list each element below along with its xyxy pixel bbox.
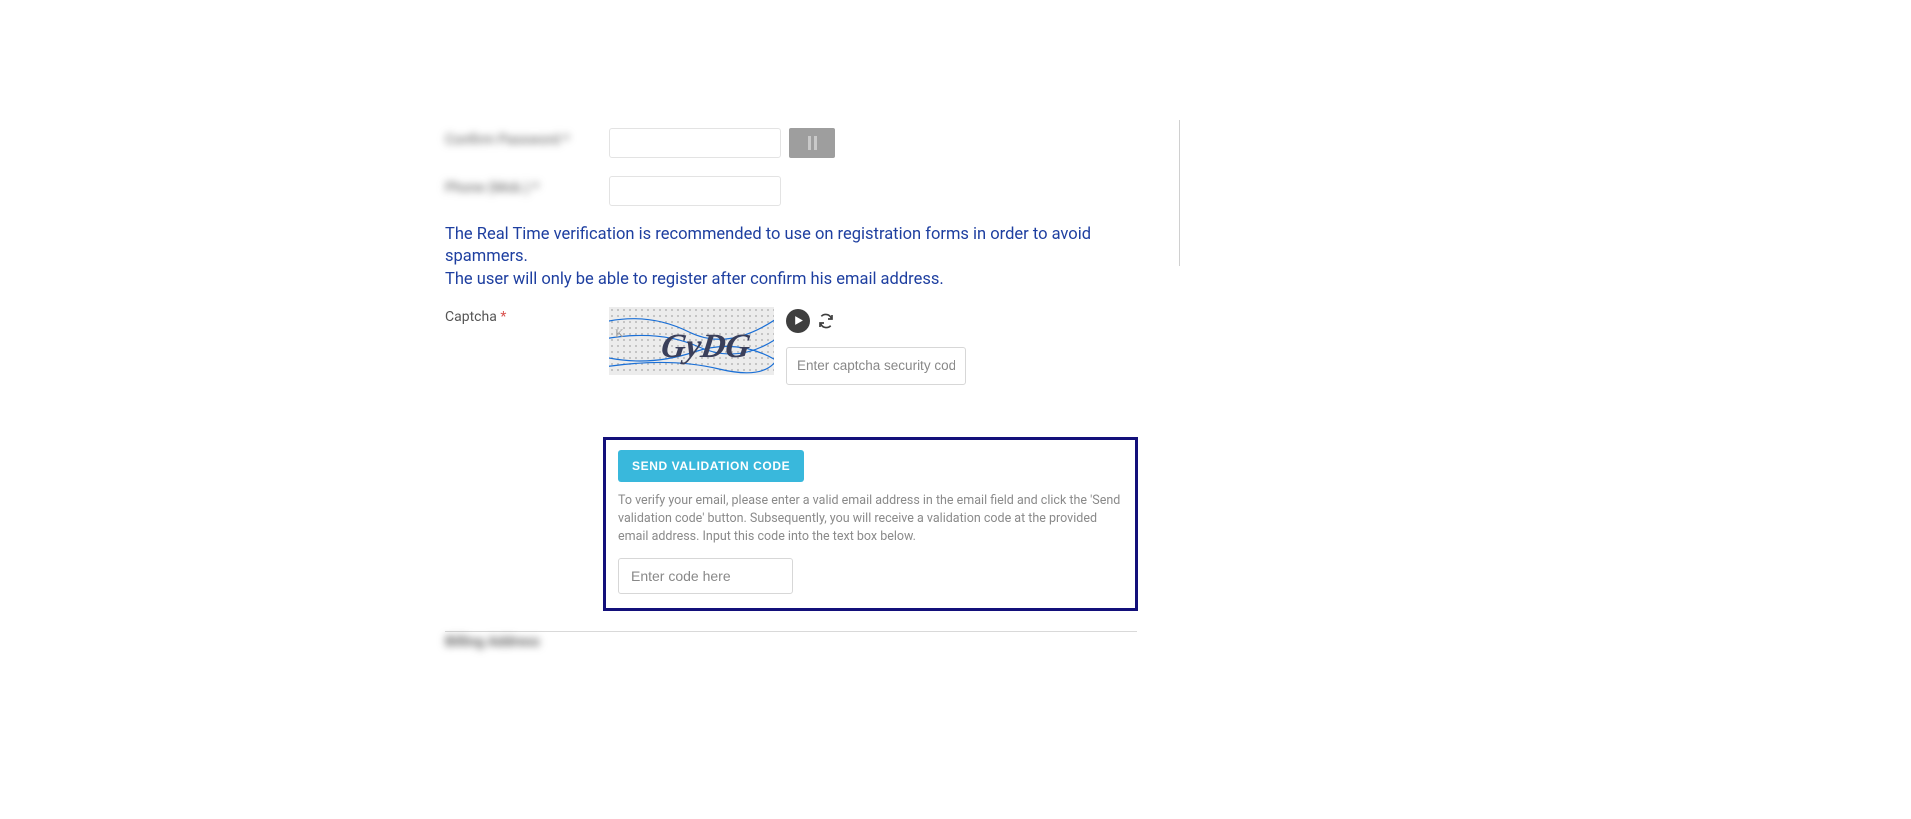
section-divider [445,631,1137,632]
email-validation-box: SEND VALIDATION CODE To verify your emai… [603,437,1138,611]
svg-text:GyDG: GyDG [659,328,753,365]
validation-help-text: To verify your email, please enter a val… [618,492,1123,546]
play-audio-icon[interactable] [786,309,810,333]
captcha-image: GyDG K [609,307,774,375]
notice-line-2: The user will only be able to register a… [445,270,944,289]
refresh-icon[interactable] [816,311,836,331]
phone-row: Phone (Mob.) * [445,176,1183,206]
validation-code-input[interactable] [618,558,793,594]
form-section: Confirm Password * Phone (Mob.) * The Re… [445,128,1183,650]
phone-label: Phone (Mob.) * [445,176,609,196]
confirm-password-label: Confirm Password * [445,128,609,148]
confirm-password-input[interactable] [609,128,781,158]
password-toggle-icon[interactable] [789,128,835,158]
required-asterisk: * [500,309,506,325]
confirm-password-row: Confirm Password * [445,128,1183,158]
captcha-input[interactable] [786,347,966,385]
next-section-title: Billing Address [445,634,1183,650]
send-validation-button[interactable]: SEND VALIDATION CODE [618,450,804,482]
verification-notice: The Real Time verification is recommende… [445,224,1145,291]
notice-line-1: The Real Time verification is recommende… [445,225,1091,266]
vertical-divider [1179,120,1180,266]
captcha-label: Captcha * [445,307,609,425]
phone-input[interactable] [609,176,781,206]
captcha-row: Captcha * [445,307,1183,425]
svg-text:K: K [615,326,624,340]
